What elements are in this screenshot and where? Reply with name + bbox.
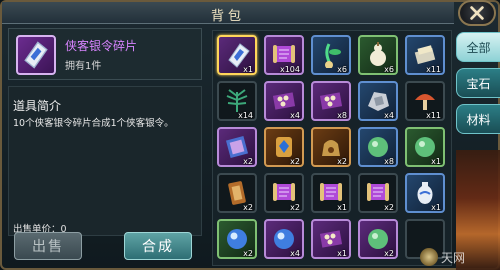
shard-icon (228, 43, 250, 68)
inventory-slot[interactable]: x2 (358, 219, 398, 259)
item-count: x2 (243, 203, 253, 212)
orb-icon (415, 137, 435, 157)
item-count: x2 (337, 157, 347, 166)
item-count: x2 (243, 249, 253, 258)
gourd-icon (370, 42, 386, 66)
ore-icon (368, 92, 389, 111)
item-count: x1 (243, 65, 253, 74)
inventory-slot[interactable]: x11 (405, 35, 445, 75)
inventory-slot[interactable]: x14 (217, 81, 257, 121)
inventory-slot[interactable]: x11 (405, 81, 445, 121)
inventory-slot[interactable]: x2 (217, 127, 257, 167)
inventory-slot[interactable]: x1 (311, 173, 351, 213)
beads-icon (272, 92, 296, 110)
item-count: x11 (426, 65, 441, 74)
item-description-box: 道具简介 10个侠客银令碎片合成1个侠客银令。 出售单价：0 (8, 86, 202, 236)
scroll-icon (273, 183, 295, 201)
item-count: x4 (290, 249, 300, 258)
item-count: x2 (290, 157, 300, 166)
inventory-slot[interactable]: x4 (264, 219, 304, 259)
tab-all[interactable]: 全部 (456, 32, 500, 62)
title-bar: 背包 (2, 2, 454, 24)
craft-button[interactable]: 合成 (124, 232, 192, 260)
item-count: x8 (384, 157, 394, 166)
inventory-slot[interactable]: x4 (358, 81, 398, 121)
item-count: x1 (431, 203, 441, 212)
inventory-slot[interactable]: x104 (264, 35, 304, 75)
inventory-slot[interactable]: x1 (405, 127, 445, 167)
selected-item-icon (16, 35, 56, 75)
book-icon (225, 135, 249, 159)
watermark: 天网 (420, 246, 500, 268)
inventory-slot[interactable]: x1 (311, 219, 351, 259)
item-count: x6 (337, 65, 347, 74)
vase-icon (417, 182, 433, 204)
window-title: 背包 (210, 9, 245, 24)
selected-item-name: 侠客银令碎片 (65, 39, 138, 53)
item-count: x1 (337, 249, 347, 258)
item-detail-panel: 侠客银令碎片 拥有1件 道具简介 10个侠客银令碎片合成1个侠客银令。 出售单价… (8, 28, 202, 264)
scroll-icon (367, 183, 389, 201)
beads-icon (319, 230, 343, 248)
tab-gems[interactable]: 宝石 (456, 68, 500, 98)
item-count: x1 (337, 203, 347, 212)
item-count: x104 (279, 65, 300, 74)
scroll-icon (273, 45, 295, 63)
inventory-slot[interactable]: x2 (264, 173, 304, 213)
item-count: x4 (384, 111, 394, 120)
inventory-grid: x1 x104 x6 x6 x11 x14 x4 x8 x4 x11 x2 x2 x2 x8 x1 x2 x2 x… (212, 30, 452, 266)
item-count: x6 (384, 65, 394, 74)
selected-item-count: 拥有1件 (65, 61, 102, 72)
pearl-icon (274, 229, 294, 249)
inventory-slot[interactable]: x2 (217, 219, 257, 259)
tab-materials[interactable]: 材料 (456, 104, 500, 134)
inventory-slot[interactable]: x8 (311, 81, 351, 121)
item-count: x11 (426, 111, 441, 120)
inventory-slot[interactable]: x2 (264, 127, 304, 167)
inventory-slot[interactable]: x6 (311, 35, 351, 75)
pouch-icon (322, 140, 340, 156)
item-count: x2 (243, 157, 253, 166)
item-count: x8 (337, 111, 347, 120)
watermark-text: 天网 (441, 250, 466, 265)
shard-icon (24, 41, 48, 69)
herb-icon (325, 43, 341, 68)
item-count: x1 (431, 157, 441, 166)
orb-icon (368, 229, 388, 249)
beads-icon (319, 92, 343, 110)
tablet-icon (228, 181, 246, 205)
inventory-slot[interactable]: x2 (217, 173, 257, 213)
pearl-icon (227, 229, 247, 249)
description-title: 道具简介 (13, 99, 62, 113)
sell-button[interactable]: 出售 (14, 232, 82, 260)
box-icon (414, 45, 436, 65)
badge-icon (276, 137, 292, 157)
close-button[interactable] (458, 0, 496, 26)
item-count: x2 (384, 249, 394, 258)
scroll-icon (320, 183, 342, 201)
inventory-slot[interactable]: x2 (311, 127, 351, 167)
inventory-slot[interactable]: x2 (358, 173, 398, 213)
item-count: x2 (384, 203, 394, 212)
item-count: x2 (290, 203, 300, 212)
inventory-slot[interactable]: x1 (217, 35, 257, 75)
item-count: x14 (238, 111, 253, 120)
item-count: x4 (290, 111, 300, 120)
description-text: 10个侠客银令碎片合成1个侠客银令。 (13, 118, 174, 129)
close-icon (470, 6, 484, 20)
inventory-slot[interactable]: x4 (264, 81, 304, 121)
inventory-slot[interactable]: x8 (358, 127, 398, 167)
orb-icon (368, 137, 388, 157)
inventory-slot[interactable]: x6 (358, 35, 398, 75)
plant-icon (226, 89, 248, 112)
mushroom-icon (415, 94, 435, 110)
watermark-logo-icon (420, 248, 438, 266)
inventory-slot[interactable]: x1 (405, 173, 445, 213)
item-header: 侠客银令碎片 拥有1件 (8, 28, 202, 80)
